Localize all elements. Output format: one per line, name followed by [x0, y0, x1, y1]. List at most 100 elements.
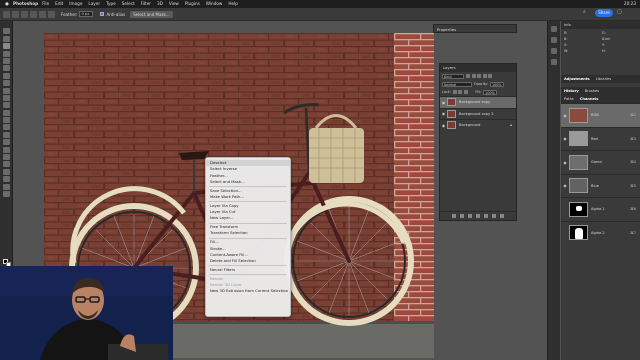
layer-row[interactable]: ◉ Background 🔒︎ [440, 119, 516, 131]
menu-item-make-work-path[interactable]: Make Work Path... [206, 194, 290, 200]
share-button[interactable]: Share [595, 9, 613, 17]
visibility-eye-icon[interactable]: ◉ [561, 160, 569, 165]
tab-history[interactable]: History [564, 87, 579, 95]
blend-mode-select[interactable]: Normal [442, 81, 472, 87]
menu-3d[interactable]: 3D [157, 0, 163, 8]
search-icon[interactable]: ⌕ [583, 10, 588, 15]
menu-item-select-and-mask[interactable]: Select and Mask... [206, 179, 290, 185]
brush-tool-icon[interactable] [3, 94, 10, 101]
properties-panel-tab[interactable]: Properties [433, 24, 517, 33]
marquee-tool-icon[interactable] [3, 43, 10, 50]
move-tool-icon[interactable] [3, 28, 10, 35]
add-mask-icon[interactable] [468, 214, 472, 218]
marquee-tool-preset-icon[interactable] [12, 10, 19, 18]
menu-item-delete-and-fill[interactable]: Delete and Fill Selection [206, 258, 290, 264]
rectangle-tool-icon[interactable] [3, 168, 10, 175]
tab-paths[interactable]: Paths [564, 95, 574, 103]
clone-stamp-tool-icon[interactable] [3, 102, 10, 109]
lasso-tool-icon[interactable] [3, 50, 10, 57]
history-brush-tool-icon[interactable] [3, 109, 10, 116]
feather-input[interactable]: 0 px [79, 11, 94, 17]
new-selection-icon[interactable] [21, 10, 28, 18]
shape-filter-icon[interactable] [482, 74, 487, 78]
info-panel-tab[interactable]: Info [561, 21, 640, 29]
visibility-eye-icon[interactable]: ◉ [561, 136, 569, 141]
menu-window[interactable]: Window [206, 0, 223, 8]
channel-row[interactable]: ◉ Green ⌘4 [561, 150, 640, 174]
properties-panel-icon[interactable] [551, 59, 557, 65]
subtract-selection-icon[interactable] [39, 10, 46, 18]
smart-object-filter-icon[interactable] [488, 74, 492, 78]
trash-icon[interactable] [500, 214, 504, 218]
menu-filter[interactable]: Filter [141, 0, 151, 8]
tab-brushes[interactable]: Brushes [585, 87, 599, 95]
blur-tool-icon[interactable] [3, 131, 10, 138]
menu-type[interactable]: Type [106, 0, 116, 8]
menu-item-new-3d-extrusion[interactable]: New 3D Extrusion from Current Selection [206, 288, 290, 294]
eraser-tool-icon[interactable] [3, 117, 10, 124]
menu-file[interactable]: File [42, 0, 49, 8]
channel-row[interactable]: ◉ Blue ⌘5 [561, 173, 640, 198]
channel-row[interactable]: ◉ RGB ⌘2 [561, 103, 640, 127]
visibility-eye-icon[interactable]: ◉ [440, 111, 447, 116]
frame-tool-icon[interactable] [3, 72, 10, 79]
eyedropper-tool-icon[interactable] [3, 80, 10, 87]
info-panel-icon[interactable] [551, 26, 557, 32]
crop-tool-icon[interactable] [3, 65, 10, 72]
select-and-mask-button[interactable]: Select and Mask... [130, 10, 173, 18]
layer-style-icon[interactable] [460, 214, 464, 218]
tab-libraries[interactable]: Libraries [596, 75, 612, 83]
color-panel-icon[interactable] [551, 37, 557, 43]
layer-kind-filter[interactable]: Kind [442, 73, 464, 79]
menu-help[interactable]: Help [228, 0, 238, 8]
home-icon[interactable] [3, 10, 10, 18]
menu-select[interactable]: Select [122, 0, 135, 8]
tab-adjustments[interactable]: Adjustments [564, 75, 590, 83]
menu-edit[interactable]: Edit [55, 0, 63, 8]
anti-alias-checkbox[interactable] [100, 12, 105, 16]
new-layer-icon[interactable] [492, 214, 496, 218]
adjustment-layer-icon[interactable] [476, 214, 480, 218]
artboard-tool-icon[interactable] [3, 35, 10, 42]
add-to-selection-icon[interactable] [30, 10, 37, 18]
hand-tool-icon[interactable] [3, 176, 10, 183]
channel-row[interactable]: Alpha 1 ⌘6 [561, 197, 640, 221]
menu-view[interactable]: View [169, 0, 179, 8]
menu-plugins[interactable]: Plugins [185, 0, 200, 8]
healing-brush-tool-icon[interactable] [3, 87, 10, 94]
swatches-panel-icon[interactable] [551, 48, 557, 54]
menu-item-transform-selection[interactable]: Transform Selection [206, 230, 290, 236]
object-selection-tool-icon[interactable] [3, 57, 10, 64]
edit-toolbar-icon[interactable] [3, 190, 10, 197]
layer-row[interactable]: ◉ Background copy 2 [440, 107, 516, 120]
layers-panel-title[interactable]: Layers [440, 64, 516, 72]
opacity-input[interactable]: 100% [489, 81, 504, 87]
adjustment-filter-icon[interactable] [471, 74, 476, 78]
menu-layer[interactable]: Layer [88, 0, 100, 8]
menu-image[interactable]: Image [69, 0, 82, 8]
fill-input[interactable]: 100% [483, 89, 498, 95]
channel-row[interactable]: ◉ Red ⌘3 [561, 126, 640, 151]
type-tool-icon[interactable] [3, 154, 10, 161]
pixel-filter-icon[interactable] [466, 74, 470, 78]
type-filter-icon[interactable] [477, 74, 481, 78]
lock-position-icon[interactable] [458, 90, 463, 94]
app-menu[interactable]: Photoshop [13, 0, 38, 8]
visibility-eye-icon[interactable]: ◉ [561, 183, 569, 188]
visibility-eye-icon[interactable]: ◉ [440, 123, 447, 128]
visibility-eye-icon[interactable]: ◉ [440, 100, 447, 105]
menu-item-neural-filters[interactable]: Neural Filters [206, 267, 290, 273]
path-selection-tool-icon[interactable] [3, 161, 10, 168]
channel-row[interactable]: Alpha 2 ⌘7 [561, 220, 640, 245]
gradient-tool-icon[interactable] [3, 124, 10, 131]
zoom-tool-icon[interactable] [3, 183, 10, 190]
layer-row[interactable]: ◉ Background copy [440, 96, 516, 108]
intersect-selection-icon[interactable] [48, 10, 55, 18]
menu-item-new-layer[interactable]: New Layer... [206, 215, 290, 221]
lock-all-icon[interactable] [463, 90, 468, 94]
pen-tool-icon[interactable] [3, 146, 10, 153]
dodge-tool-icon[interactable] [3, 139, 10, 146]
new-group-icon[interactable] [484, 214, 488, 218]
visibility-eye-icon[interactable]: ◉ [561, 113, 569, 118]
apple-icon[interactable]: ● [4, 0, 10, 8]
